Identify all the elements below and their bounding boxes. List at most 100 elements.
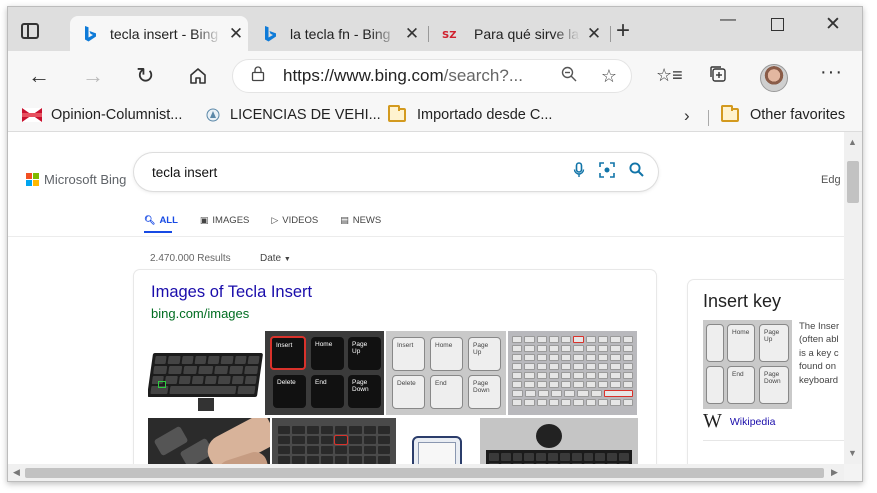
search-input[interactable]: tecla insert: [134, 153, 658, 191]
image-thumbnail[interactable]: [272, 418, 396, 464]
image-key-label: Home: [311, 337, 344, 370]
tab-separator: [428, 26, 429, 42]
scope-label: VIDEOS: [282, 215, 319, 226]
close-icon[interactable]: ✕: [586, 24, 602, 44]
knowledge-panel-title[interactable]: Insert key: [703, 291, 781, 312]
refresh-button[interactable]: ↻: [136, 64, 154, 88]
image-thumbnail[interactable]: [148, 331, 263, 415]
image-key-label: End: [430, 375, 463, 409]
search-query: tecla insert: [152, 164, 218, 180]
search-icon[interactable]: [629, 162, 644, 182]
tab-images[interactable]: ▣ IMAGES: [200, 215, 249, 226]
tab-separator: [610, 26, 611, 42]
home-button[interactable]: [188, 66, 208, 91]
active-scope-underline: [144, 231, 172, 233]
favorite-label: Importado desde C...: [417, 107, 553, 123]
wikipedia-link[interactable]: W Wikipedia: [703, 410, 775, 433]
image-thumbnail[interactable]: [508, 331, 637, 415]
zoom-icon[interactable]: [561, 66, 577, 87]
forward-button[interactable]: →: [82, 64, 104, 88]
knowledge-panel: Insert key Home Page Up End Page Down Th…: [688, 280, 844, 464]
site-info-icon[interactable]: [251, 66, 269, 86]
description-line: (often abl: [799, 334, 839, 346]
favorites-bar: Opinion-Columnist... LICENCIAS DE VEHI..…: [8, 104, 862, 132]
collections-icon[interactable]: [709, 65, 727, 88]
images-card-title[interactable]: Images of Tecla Insert: [151, 283, 312, 302]
image-thumbnail[interactable]: [480, 418, 638, 464]
scroll-right-icon[interactable]: ▶: [831, 467, 838, 478]
add-favorite-icon[interactable]: ☆: [601, 66, 617, 87]
image-key-label: Delete: [273, 375, 306, 408]
image-key-label: Page Up: [348, 337, 381, 370]
address-bar[interactable]: https://www.bing.com/search?... ☆: [232, 59, 632, 93]
close-icon[interactable]: ✕: [228, 24, 244, 44]
bing-icon: [82, 25, 98, 42]
scrollbar-thumb[interactable]: [847, 161, 859, 203]
new-tab-button[interactable]: +: [616, 19, 630, 43]
tab-videos[interactable]: ▷ VIDEOS: [271, 215, 318, 226]
flag-icon: [22, 108, 42, 122]
favorite-item[interactable]: Importado desde C...: [388, 105, 553, 123]
image-key-label: Page Down: [468, 375, 501, 409]
scroll-left-icon[interactable]: ◀: [13, 467, 20, 478]
image-thumbnail[interactable]: Insert Home Page Up Delete End Page Down: [265, 331, 384, 415]
tab-la-tecla-fn[interactable]: la tecla fn - Bing ✕: [250, 16, 426, 51]
image-key-label: End: [727, 366, 755, 404]
date-filter[interactable]: Date ▼: [260, 253, 291, 264]
image-thumbnail[interactable]: [398, 418, 478, 464]
tab-news[interactable]: ▤ NEWS: [340, 215, 381, 226]
settings-more-button[interactable]: ···: [820, 61, 843, 84]
url-rest: /search?...: [443, 66, 523, 85]
chevron-down-icon: ▼: [283, 256, 291, 263]
profile-avatar[interactable]: [760, 64, 788, 92]
news-icon: ▤: [340, 215, 349, 225]
image-key-label: Page Up: [759, 324, 789, 362]
browser-window: tecla insert - Bing ✕ la tecla fn - Bing…: [7, 6, 863, 482]
scope-label: IMAGES: [212, 215, 250, 226]
vertical-scrollbar[interactable]: ▲ ▼: [844, 132, 862, 464]
visual-search-icon[interactable]: [599, 162, 615, 182]
search-icon: 🔍︎: [144, 215, 156, 225]
favorites-icon[interactable]: ☆≡: [656, 65, 683, 86]
tab-title: Para qué sirve la tecla: [474, 25, 580, 42]
url-text[interactable]: https://www.bing.com/search?...: [283, 66, 523, 86]
other-favorites-label: Other favorites: [750, 107, 846, 123]
image-key-label: End: [311, 375, 344, 408]
edge-link[interactable]: Edg: [821, 174, 841, 186]
image-icon: ▣: [199, 215, 209, 225]
tab-actions-icon[interactable]: [21, 23, 39, 39]
other-favorites[interactable]: Other favorites: [721, 105, 846, 123]
knowledge-panel-image[interactable]: Home Page Up End Page Down: [703, 320, 792, 409]
favorite-item[interactable]: Opinion-Columnist...: [22, 107, 182, 123]
image-thumbnail[interactable]: [148, 418, 270, 464]
search-scopes: 🔍︎ ALL ▣ IMAGES ▷ VIDEOS ▤ NEWS: [144, 215, 403, 226]
tab-strip: tecla insert - Bing ✕ la tecla fn - Bing…: [8, 7, 862, 51]
close-icon[interactable]: ✕: [404, 24, 420, 44]
tab-tecla-insert[interactable]: tecla insert - Bing ✕: [70, 16, 248, 51]
image-key-label: Page Down: [348, 375, 381, 408]
scroll-up-icon[interactable]: ▲: [848, 137, 857, 147]
knowledge-panel-description: The Inser (often abl is a key c found on…: [799, 320, 844, 387]
tab-para-que-sirve[interactable]: SZ Para qué sirve la tecla ✕: [430, 16, 608, 51]
back-button[interactable]: ←: [28, 64, 50, 88]
favorite-label: LICENCIAS DE VEHI...: [230, 107, 381, 123]
tab-all[interactable]: 🔍︎ ALL: [144, 215, 178, 226]
maximize-button[interactable]: [771, 15, 784, 31]
microphone-icon[interactable]: [573, 162, 585, 182]
scroll-down-icon[interactable]: ▼: [848, 448, 857, 458]
minimize-button[interactable]: —: [720, 11, 736, 29]
horizontal-scrollbar[interactable]: ◀ ▶: [8, 464, 844, 481]
scope-label: NEWS: [352, 215, 382, 226]
tab-title: la tecla fn - Bing: [290, 25, 391, 42]
url-main: https://www.bing.com: [283, 66, 444, 85]
scrollbar-thumb[interactable]: [25, 468, 824, 478]
close-window-button[interactable]: ✕: [825, 13, 841, 36]
chevron-right-icon[interactable]: ›: [684, 106, 690, 126]
result-count: 2.470.000 Results: [150, 253, 231, 264]
favorite-item[interactable]: LICENCIAS DE VEHI...: [205, 107, 381, 123]
tab-title: tecla insert - Bing: [110, 25, 219, 42]
folder-icon: [721, 105, 739, 122]
bing-logo[interactable]: Microsoft Bing: [26, 172, 126, 187]
logo-text: Microsoft Bing: [44, 172, 127, 187]
image-thumbnail[interactable]: Insert Home Page Up Delete End Page Down: [386, 331, 506, 415]
